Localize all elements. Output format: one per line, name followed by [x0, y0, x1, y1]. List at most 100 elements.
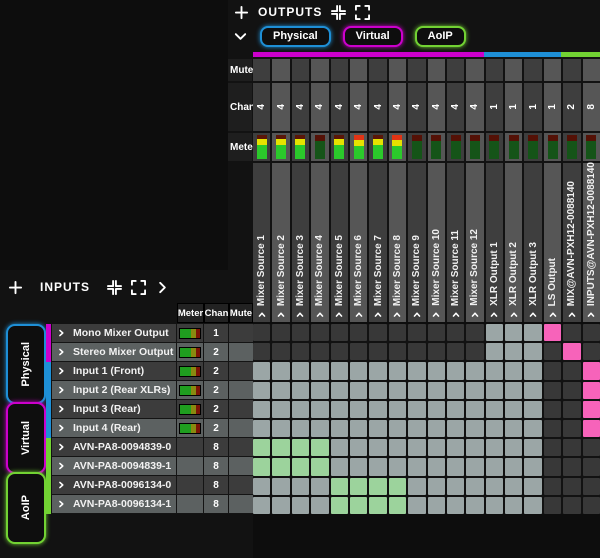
- crosspoint-available[interactable]: [428, 362, 445, 379]
- crosspoint-available[interactable]: [408, 478, 425, 495]
- crosspoint-available[interactable]: [350, 362, 367, 379]
- crosspoint-available[interactable]: [272, 478, 289, 495]
- crosspoint-available[interactable]: [486, 324, 503, 341]
- crosspoint-routed-green[interactable]: [350, 497, 367, 514]
- output-column-header[interactable]: XLR Output 1: [486, 163, 503, 322]
- fullscreen-panel-icon[interactable]: [131, 280, 146, 295]
- crosspoint-available[interactable]: [428, 478, 445, 495]
- input-mute-cell[interactable]: [229, 419, 253, 437]
- crosspoint-available[interactable]: [311, 382, 328, 399]
- crosspoint-available[interactable]: [408, 362, 425, 379]
- crosspoint-available[interactable]: [447, 478, 464, 495]
- crosspoint-available[interactable]: [408, 458, 425, 475]
- input-row-header[interactable]: Input 1 (Front): [52, 362, 177, 380]
- crosspoint-routed-green[interactable]: [369, 497, 386, 514]
- crosspoint-available[interactable]: [486, 478, 503, 495]
- crosspoint-available[interactable]: [524, 478, 541, 495]
- chevron-down-icon[interactable]: [233, 29, 248, 44]
- crosspoint-available[interactable]: [466, 362, 483, 379]
- crosspoint-available[interactable]: [466, 382, 483, 399]
- crosspoint-available[interactable]: [466, 420, 483, 437]
- crosspoint-routed-green[interactable]: [350, 478, 367, 495]
- crosspoint-available[interactable]: [389, 458, 406, 475]
- crosspoint-available[interactable]: [253, 420, 270, 437]
- crosspoint-available[interactable]: [466, 478, 483, 495]
- output-column-header[interactable]: MIX@AVN-PXH12-0088140: [563, 163, 580, 322]
- output-column-header[interactable]: Mixer Source 3: [292, 163, 309, 322]
- crosspoint-available[interactable]: [505, 439, 522, 456]
- crosspoint-available[interactable]: [447, 362, 464, 379]
- add-output-button[interactable]: [234, 5, 249, 20]
- crosspoint-available[interactable]: [505, 478, 522, 495]
- crosspoint-routed-pink[interactable]: [563, 343, 580, 360]
- output-mute-cell[interactable]: [544, 59, 561, 81]
- crosspoint-available[interactable]: [331, 420, 348, 437]
- crosspoint-available[interactable]: [253, 382, 270, 399]
- output-mute-cell[interactable]: [486, 59, 503, 81]
- crosspoint-available[interactable]: [466, 439, 483, 456]
- crosspoint-available[interactable]: [292, 401, 309, 418]
- outputs-tab-virtual[interactable]: Virtual: [343, 26, 403, 47]
- crosspoint-available[interactable]: [466, 458, 483, 475]
- crosspoint-routed-green[interactable]: [253, 439, 270, 456]
- crosspoint-routed-green[interactable]: [253, 458, 270, 475]
- crosspoint-available[interactable]: [350, 458, 367, 475]
- input-row-header[interactable]: Stereo Mixer Output: [52, 343, 177, 361]
- crosspoint-available[interactable]: [389, 401, 406, 418]
- crosspoint-available[interactable]: [253, 362, 270, 379]
- crosspoint-routed-pink[interactable]: [544, 324, 561, 341]
- crosspoint-available[interactable]: [447, 497, 464, 514]
- crosspoint-available[interactable]: [369, 420, 386, 437]
- crosspoint-available[interactable]: [447, 382, 464, 399]
- output-mute-cell[interactable]: [563, 59, 580, 81]
- crosspoint-routed-green[interactable]: [292, 439, 309, 456]
- crosspoint-available[interactable]: [311, 362, 328, 379]
- input-row-header[interactable]: AVN-PA8-0094839-1: [52, 457, 177, 475]
- crosspoint-available[interactable]: [486, 458, 503, 475]
- crosspoint-available[interactable]: [447, 401, 464, 418]
- crosspoint-routed-green[interactable]: [331, 478, 348, 495]
- crosspoint-available[interactable]: [292, 478, 309, 495]
- crosspoint-available[interactable]: [350, 420, 367, 437]
- crosspoint-available[interactable]: [408, 420, 425, 437]
- output-mute-cell[interactable]: [311, 59, 328, 81]
- crosspoint-available[interactable]: [331, 401, 348, 418]
- input-row-header[interactable]: Input 4 (Rear): [52, 419, 177, 437]
- crosspoint-available[interactable]: [331, 439, 348, 456]
- crosspoint-available[interactable]: [505, 362, 522, 379]
- output-mute-cell[interactable]: [350, 59, 367, 81]
- crosspoint-available[interactable]: [350, 401, 367, 418]
- output-mute-cell[interactable]: [428, 59, 445, 81]
- output-column-header[interactable]: XLR Output 3: [524, 163, 541, 322]
- input-mute-cell[interactable]: [229, 324, 253, 342]
- crosspoint-available[interactable]: [524, 362, 541, 379]
- crosspoint-available[interactable]: [447, 439, 464, 456]
- input-row-header[interactable]: AVN-PA8-0096134-1: [52, 495, 177, 513]
- output-column-header[interactable]: Mixer Source 2: [272, 163, 289, 322]
- add-input-button[interactable]: [8, 280, 23, 295]
- crosspoint-available[interactable]: [253, 478, 270, 495]
- crosspoint-routed-green[interactable]: [311, 439, 328, 456]
- crosspoint-available[interactable]: [272, 497, 289, 514]
- crosspoint-available[interactable]: [331, 362, 348, 379]
- crosspoint-available[interactable]: [428, 401, 445, 418]
- crosspoint-available[interactable]: [292, 382, 309, 399]
- crosspoint-available[interactable]: [389, 362, 406, 379]
- crosspoint-routed-pink[interactable]: [583, 401, 600, 418]
- crosspoint-available[interactable]: [486, 497, 503, 514]
- outputs-tab-aoip[interactable]: AoIP: [415, 26, 466, 47]
- crosspoint-available[interactable]: [505, 324, 522, 341]
- crosspoint-available[interactable]: [408, 497, 425, 514]
- crosspoint-available[interactable]: [486, 362, 503, 379]
- output-mute-cell[interactable]: [505, 59, 522, 81]
- crosspoint-available[interactable]: [408, 439, 425, 456]
- input-mute-cell[interactable]: [229, 476, 253, 494]
- crosspoint-available[interactable]: [428, 497, 445, 514]
- chevron-right-icon[interactable]: [155, 280, 170, 295]
- crosspoint-available[interactable]: [505, 401, 522, 418]
- crosspoint-available[interactable]: [505, 343, 522, 360]
- crosspoint-available[interactable]: [350, 439, 367, 456]
- crosspoint-available[interactable]: [524, 439, 541, 456]
- crosspoint-available[interactable]: [253, 401, 270, 418]
- crosspoint-available[interactable]: [292, 420, 309, 437]
